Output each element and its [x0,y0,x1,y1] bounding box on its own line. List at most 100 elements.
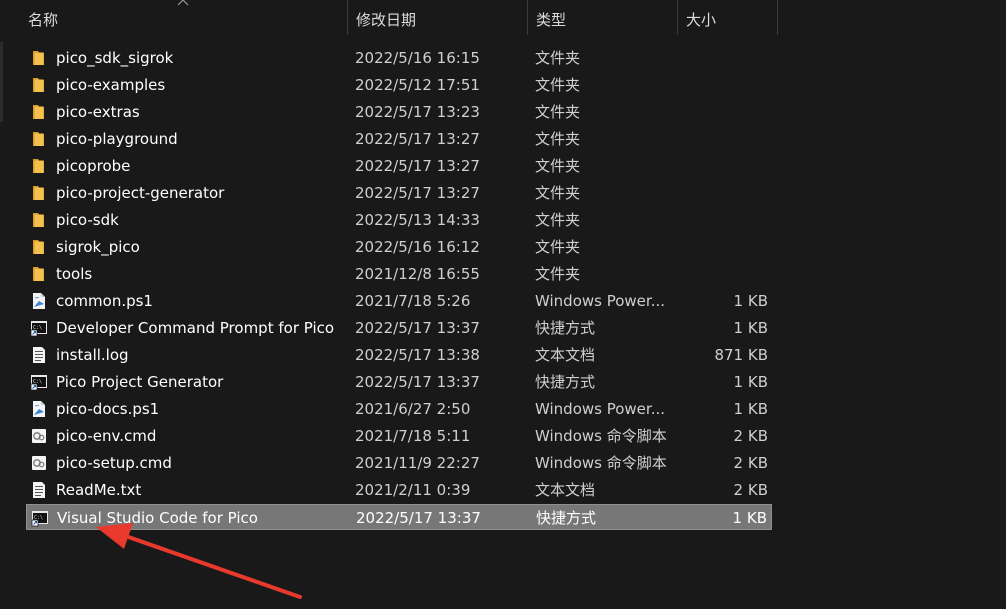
file-row[interactable]: ReadMe.txt 2021/2/11 0:39 文本文档 2 KB [26,477,772,503]
file-name: pico-docs.ps1 [56,400,160,418]
file-date-modified: 2021/11/9 22:27 [355,454,480,472]
file-size: 1 KB [733,319,768,337]
folder-icon [30,49,48,67]
folder-icon [30,103,48,121]
folder-icon [30,157,48,175]
file-name: common.ps1 [56,292,153,310]
file-type: Windows 命令脚本 [535,427,667,445]
file-row[interactable]: pico-extras 2022/5/17 13:23 文件夹 [26,99,772,125]
file-type: 文本文档 [535,346,596,364]
shortcut-icon: C:\ [30,373,48,391]
file-row[interactable]: C:\ Developer Command Prompt for Pico 2022… [26,315,772,341]
file-row[interactable]: common.ps1 2021/7/18 5:26 Windows Power...… [26,288,772,314]
file-name: Pico Project Generator [56,373,224,391]
sort-ascending-icon [177,0,189,6]
file-date-modified: 2021/12/8 16:55 [355,265,480,283]
file-explorer-window: 名称 修改日期 类型 大小 pico_sdk_sigrok 2022/5/16 1… [0,0,1006,609]
file-row[interactable]: pico-examples 2022/5/12 17:51 文件夹 [26,72,772,98]
powershell-script-icon [30,400,48,418]
file-date-modified: 2022/5/13 14:33 [355,211,480,229]
file-size: 1 KB [733,400,768,418]
file-type: 文本文档 [535,481,596,499]
file-date-modified: 2022/5/17 13:37 [355,319,480,337]
column-divider[interactable] [777,0,778,35]
file-row[interactable]: pico-sdk 2022/5/13 14:33 文件夹 [26,207,772,233]
file-size: 2 KB [733,454,768,472]
shortcut-icon: C:\ [31,509,49,527]
column-header-name-label: 名称 [28,11,59,29]
file-type: 文件夹 [535,103,581,121]
column-header: 名称 修改日期 类型 大小 [0,0,1006,37]
file-date-modified: 2022/5/17 13:27 [355,157,480,175]
file-row[interactable]: C:\ Visual Studio Code for Pico 2022/5/17 … [26,504,772,530]
file-date-modified: 2022/5/17 13:27 [355,130,480,148]
file-name: Visual Studio Code for Pico [57,509,258,527]
file-date-modified: 2022/5/17 13:37 [355,373,480,391]
file-name: tools [56,265,93,283]
file-name: pico-playground [56,130,178,148]
file-name: pico-sdk [56,211,119,229]
navigation-pane-edge [0,42,3,122]
file-type: 文件夹 [535,211,581,229]
column-header-size[interactable]: 大小 [678,0,777,37]
file-row[interactable]: tools 2021/12/8 16:55 文件夹 [26,261,772,287]
file-type: 文件夹 [535,130,581,148]
file-date-modified: 2021/2/11 0:39 [355,481,471,499]
file-row[interactable]: pico-env.cmd 2021/7/18 5:11 Windows 命令脚本 2 … [26,423,772,449]
column-header-size-label: 大小 [686,11,717,29]
file-size: 1 KB [733,292,768,310]
file-row[interactable]: sigrok_pico 2022/5/16 16:12 文件夹 [26,234,772,260]
file-name: pico-env.cmd [56,427,157,445]
file-date-modified: 2022/5/12 17:51 [355,76,480,94]
file-date-modified: 2021/7/18 5:11 [355,427,471,445]
file-name: pico-project-generator [56,184,225,202]
file-row[interactable]: pico-setup.cmd 2021/11/9 22:27 Windows 命令脚… [26,450,772,476]
file-row[interactable]: pico-playground 2022/5/17 13:27 文件夹 [26,126,772,152]
file-date-modified: 2022/5/17 13:37 [356,509,481,527]
column-header-type[interactable]: 类型 [528,0,677,37]
file-date-modified: 2022/5/16 16:12 [355,238,480,256]
file-size: 871 KB [714,346,768,364]
file-type: 快捷方式 [536,509,597,527]
cmd-script-icon [30,427,48,445]
file-type: 文件夹 [535,76,581,94]
file-row[interactable]: pico_sdk_sigrok 2022/5/16 16:15 文件夹 [26,45,772,71]
folder-icon [30,238,48,256]
file-name: pico_sdk_sigrok [56,49,174,67]
shortcut-icon: C:\ [30,319,48,337]
file-name: pico-examples [56,76,166,94]
file-name: picoprobe [56,157,131,175]
file-name: ReadMe.txt [56,481,142,499]
file-row[interactable]: pico-docs.ps1 2021/6/27 2:50 Windows Power… [26,396,772,422]
folder-icon [30,76,48,94]
file-row[interactable]: pico-project-generator 2022/5/17 13:27 文件夹 [26,180,772,206]
powershell-script-icon [30,292,48,310]
file-type: 文件夹 [535,238,581,256]
file-name: pico-extras [56,103,140,121]
file-date-modified: 2022/5/17 13:23 [355,103,480,121]
file-date-modified: 2022/5/17 13:27 [355,184,480,202]
file-size: 2 KB [733,427,768,445]
file-date-modified: 2022/5/16 16:15 [355,49,480,67]
file-type: 快捷方式 [535,373,596,391]
file-name: install.log [56,346,129,364]
column-header-type-label: 类型 [536,11,567,29]
file-type: 文件夹 [535,265,581,283]
file-name: sigrok_pico [56,238,140,256]
text-file-icon [30,481,48,499]
file-date-modified: 2021/7/18 5:26 [355,292,471,310]
file-row[interactable]: C:\ Pico Project Generator 2022/5/17 13:37… [26,369,772,395]
column-header-modified-label: 修改日期 [356,11,417,29]
file-row[interactable]: picoprobe 2022/5/17 13:27 文件夹 [26,153,772,179]
folder-icon [30,184,48,202]
file-name: Developer Command Prompt for Pico [56,319,335,337]
file-size: 1 KB [733,373,768,391]
cmd-script-icon [30,454,48,472]
column-header-modified[interactable]: 修改日期 [348,0,527,37]
file-type: Windows 命令脚本 [535,454,667,472]
file-row[interactable]: install.log 2022/5/17 13:38 文本文档 871 KB [26,342,772,368]
file-date-modified: 2021/6/27 2:50 [355,400,471,418]
file-type: Windows Power... [535,292,666,310]
file-type: 文件夹 [535,49,581,67]
file-date-modified: 2022/5/17 13:38 [355,346,480,364]
